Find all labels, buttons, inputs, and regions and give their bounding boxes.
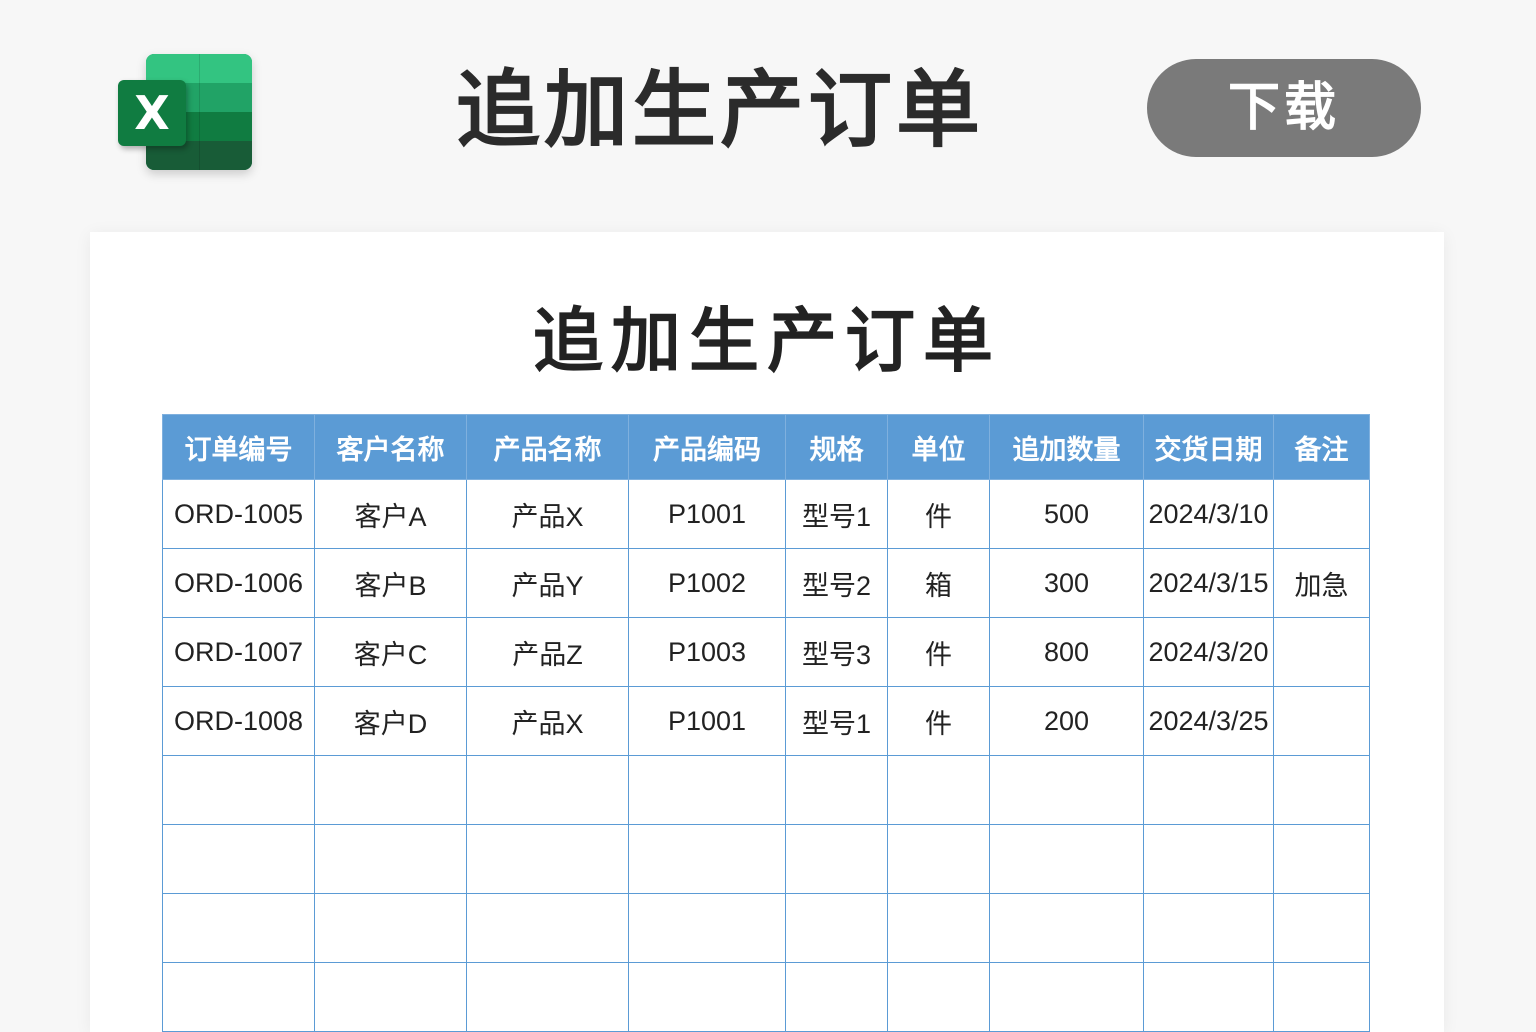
cell-spec[interactable]: 型号1 (785, 686, 888, 756)
cell-customer[interactable]: 客户A (314, 479, 467, 549)
cell-order-id[interactable]: ORD-1005 (162, 479, 315, 549)
cell-product-name[interactable]: 产品X (466, 686, 629, 756)
cell-quantity[interactable] (989, 824, 1144, 894)
table-row: ORD-1007 客户C 产品Z P1003 型号3 件 800 2024/3/20 (162, 617, 1370, 687)
table-row (162, 893, 1370, 963)
cell-customer[interactable]: 客户C (314, 617, 467, 687)
excel-icon: X (118, 54, 252, 170)
cell-order-id[interactable]: ORD-1006 (162, 548, 315, 618)
cell-product-name[interactable] (466, 824, 629, 894)
cell-quantity[interactable]: 800 (989, 617, 1144, 687)
cell-product-code[interactable]: P1001 (628, 686, 786, 756)
cell-quantity[interactable]: 300 (989, 548, 1144, 618)
column-header-quantity[interactable]: 追加数量 (989, 414, 1144, 480)
cell-quantity[interactable]: 200 (989, 686, 1144, 756)
cell-product-code[interactable] (628, 893, 786, 963)
cell-unit[interactable]: 箱 (887, 548, 990, 618)
column-header-product-name[interactable]: 产品名称 (466, 414, 629, 480)
cell-remarks[interactable] (1273, 617, 1370, 687)
cell-quantity[interactable]: 500 (989, 479, 1144, 549)
cell-delivery-date[interactable] (1143, 755, 1274, 825)
cell-delivery-date[interactable]: 2024/3/25 (1143, 686, 1274, 756)
cell-product-name[interactable]: 产品X (466, 479, 629, 549)
cell-product-code[interactable]: P1002 (628, 548, 786, 618)
table-row: ORD-1006 客户B 产品Y P1002 型号2 箱 300 2024/3/15 加急 (162, 548, 1370, 618)
cell-spec[interactable] (785, 755, 888, 825)
document-card: 追加生产订单 订单编号 客户名称 产品名称 产品编码 规格 单位 追加数量 交货… (90, 232, 1444, 1032)
cell-order-id[interactable] (162, 824, 315, 894)
cell-order-id[interactable] (162, 755, 315, 825)
column-header-spec[interactable]: 规格 (785, 414, 888, 480)
table-row (162, 755, 1370, 825)
column-header-remarks[interactable]: 备注 (1273, 414, 1370, 480)
cell-delivery-date[interactable] (1143, 962, 1274, 1032)
cell-customer[interactable] (314, 962, 467, 1032)
orders-table: 订单编号 客户名称 产品名称 产品编码 规格 单位 追加数量 交货日期 备注 O… (162, 414, 1370, 1032)
cell-quantity[interactable] (989, 962, 1144, 1032)
cell-order-id[interactable]: ORD-1007 (162, 617, 315, 687)
cell-unit[interactable] (887, 755, 990, 825)
cell-spec[interactable] (785, 824, 888, 894)
cell-remarks[interactable] (1273, 962, 1370, 1032)
cell-unit[interactable] (887, 893, 990, 963)
cell-remarks[interactable] (1273, 893, 1370, 963)
cell-unit[interactable] (887, 824, 990, 894)
cell-customer[interactable]: 客户B (314, 548, 467, 618)
cell-customer[interactable]: 客户D (314, 686, 467, 756)
cell-unit[interactable]: 件 (887, 617, 990, 687)
column-header-delivery-date[interactable]: 交货日期 (1143, 414, 1274, 480)
cell-product-name[interactable]: 产品Z (466, 617, 629, 687)
column-header-product-code[interactable]: 产品编码 (628, 414, 786, 480)
cell-customer[interactable] (314, 755, 467, 825)
cell-order-id[interactable] (162, 962, 315, 1032)
cell-customer[interactable] (314, 893, 467, 963)
cell-spec[interactable] (785, 962, 888, 1032)
table-row (162, 962, 1370, 1032)
cell-remarks[interactable] (1273, 479, 1370, 549)
cell-product-name[interactable]: 产品Y (466, 548, 629, 618)
column-header-customer[interactable]: 客户名称 (314, 414, 467, 480)
table-row: ORD-1008 客户D 产品X P1001 型号1 件 200 2024/3/25 (162, 686, 1370, 756)
column-header-order-id[interactable]: 订单编号 (162, 414, 315, 480)
cell-unit[interactable]: 件 (887, 479, 990, 549)
cell-product-code[interactable] (628, 824, 786, 894)
cell-order-id[interactable] (162, 893, 315, 963)
cell-product-code[interactable] (628, 755, 786, 825)
cell-product-code[interactable]: P1001 (628, 479, 786, 549)
cell-remarks[interactable] (1273, 755, 1370, 825)
document-title: 追加生产订单 (533, 300, 1001, 382)
cell-product-name[interactable] (466, 962, 629, 1032)
cell-customer[interactable] (314, 824, 467, 894)
cell-remarks[interactable] (1273, 824, 1370, 894)
cell-quantity[interactable] (989, 755, 1144, 825)
cell-product-name[interactable] (466, 755, 629, 825)
cell-product-code[interactable]: P1003 (628, 617, 786, 687)
table-row: ORD-1005 客户A 产品X P1001 型号1 件 500 2024/3/10 (162, 479, 1370, 549)
table-row (162, 824, 1370, 894)
cell-delivery-date[interactable]: 2024/3/20 (1143, 617, 1274, 687)
cell-delivery-date[interactable] (1143, 893, 1274, 963)
cell-product-code[interactable] (628, 962, 786, 1032)
cell-spec[interactable]: 型号1 (785, 479, 888, 549)
app-title: 追加生产订单 (455, 61, 984, 159)
cell-order-id[interactable]: ORD-1008 (162, 686, 315, 756)
cell-delivery-date[interactable]: 2024/3/15 (1143, 548, 1274, 618)
cell-spec[interactable] (785, 893, 888, 963)
cell-delivery-date[interactable] (1143, 824, 1274, 894)
cell-spec[interactable]: 型号2 (785, 548, 888, 618)
cell-unit[interactable]: 件 (887, 686, 990, 756)
excel-badge: X (118, 80, 186, 146)
cell-unit[interactable] (887, 962, 990, 1032)
cell-spec[interactable]: 型号3 (785, 617, 888, 687)
cell-remarks[interactable] (1273, 686, 1370, 756)
table-header-row: 订单编号 客户名称 产品名称 产品编码 规格 单位 追加数量 交货日期 备注 (162, 414, 1370, 480)
cell-product-name[interactable] (466, 893, 629, 963)
column-header-unit[interactable]: 单位 (887, 414, 990, 480)
cell-remarks[interactable]: 加急 (1273, 548, 1370, 618)
cell-quantity[interactable] (989, 893, 1144, 963)
cell-delivery-date[interactable]: 2024/3/10 (1143, 479, 1274, 549)
download-button[interactable]: 下载 (1147, 59, 1421, 157)
top-bar: X 追加生产订单 下载 (0, 0, 1536, 215)
